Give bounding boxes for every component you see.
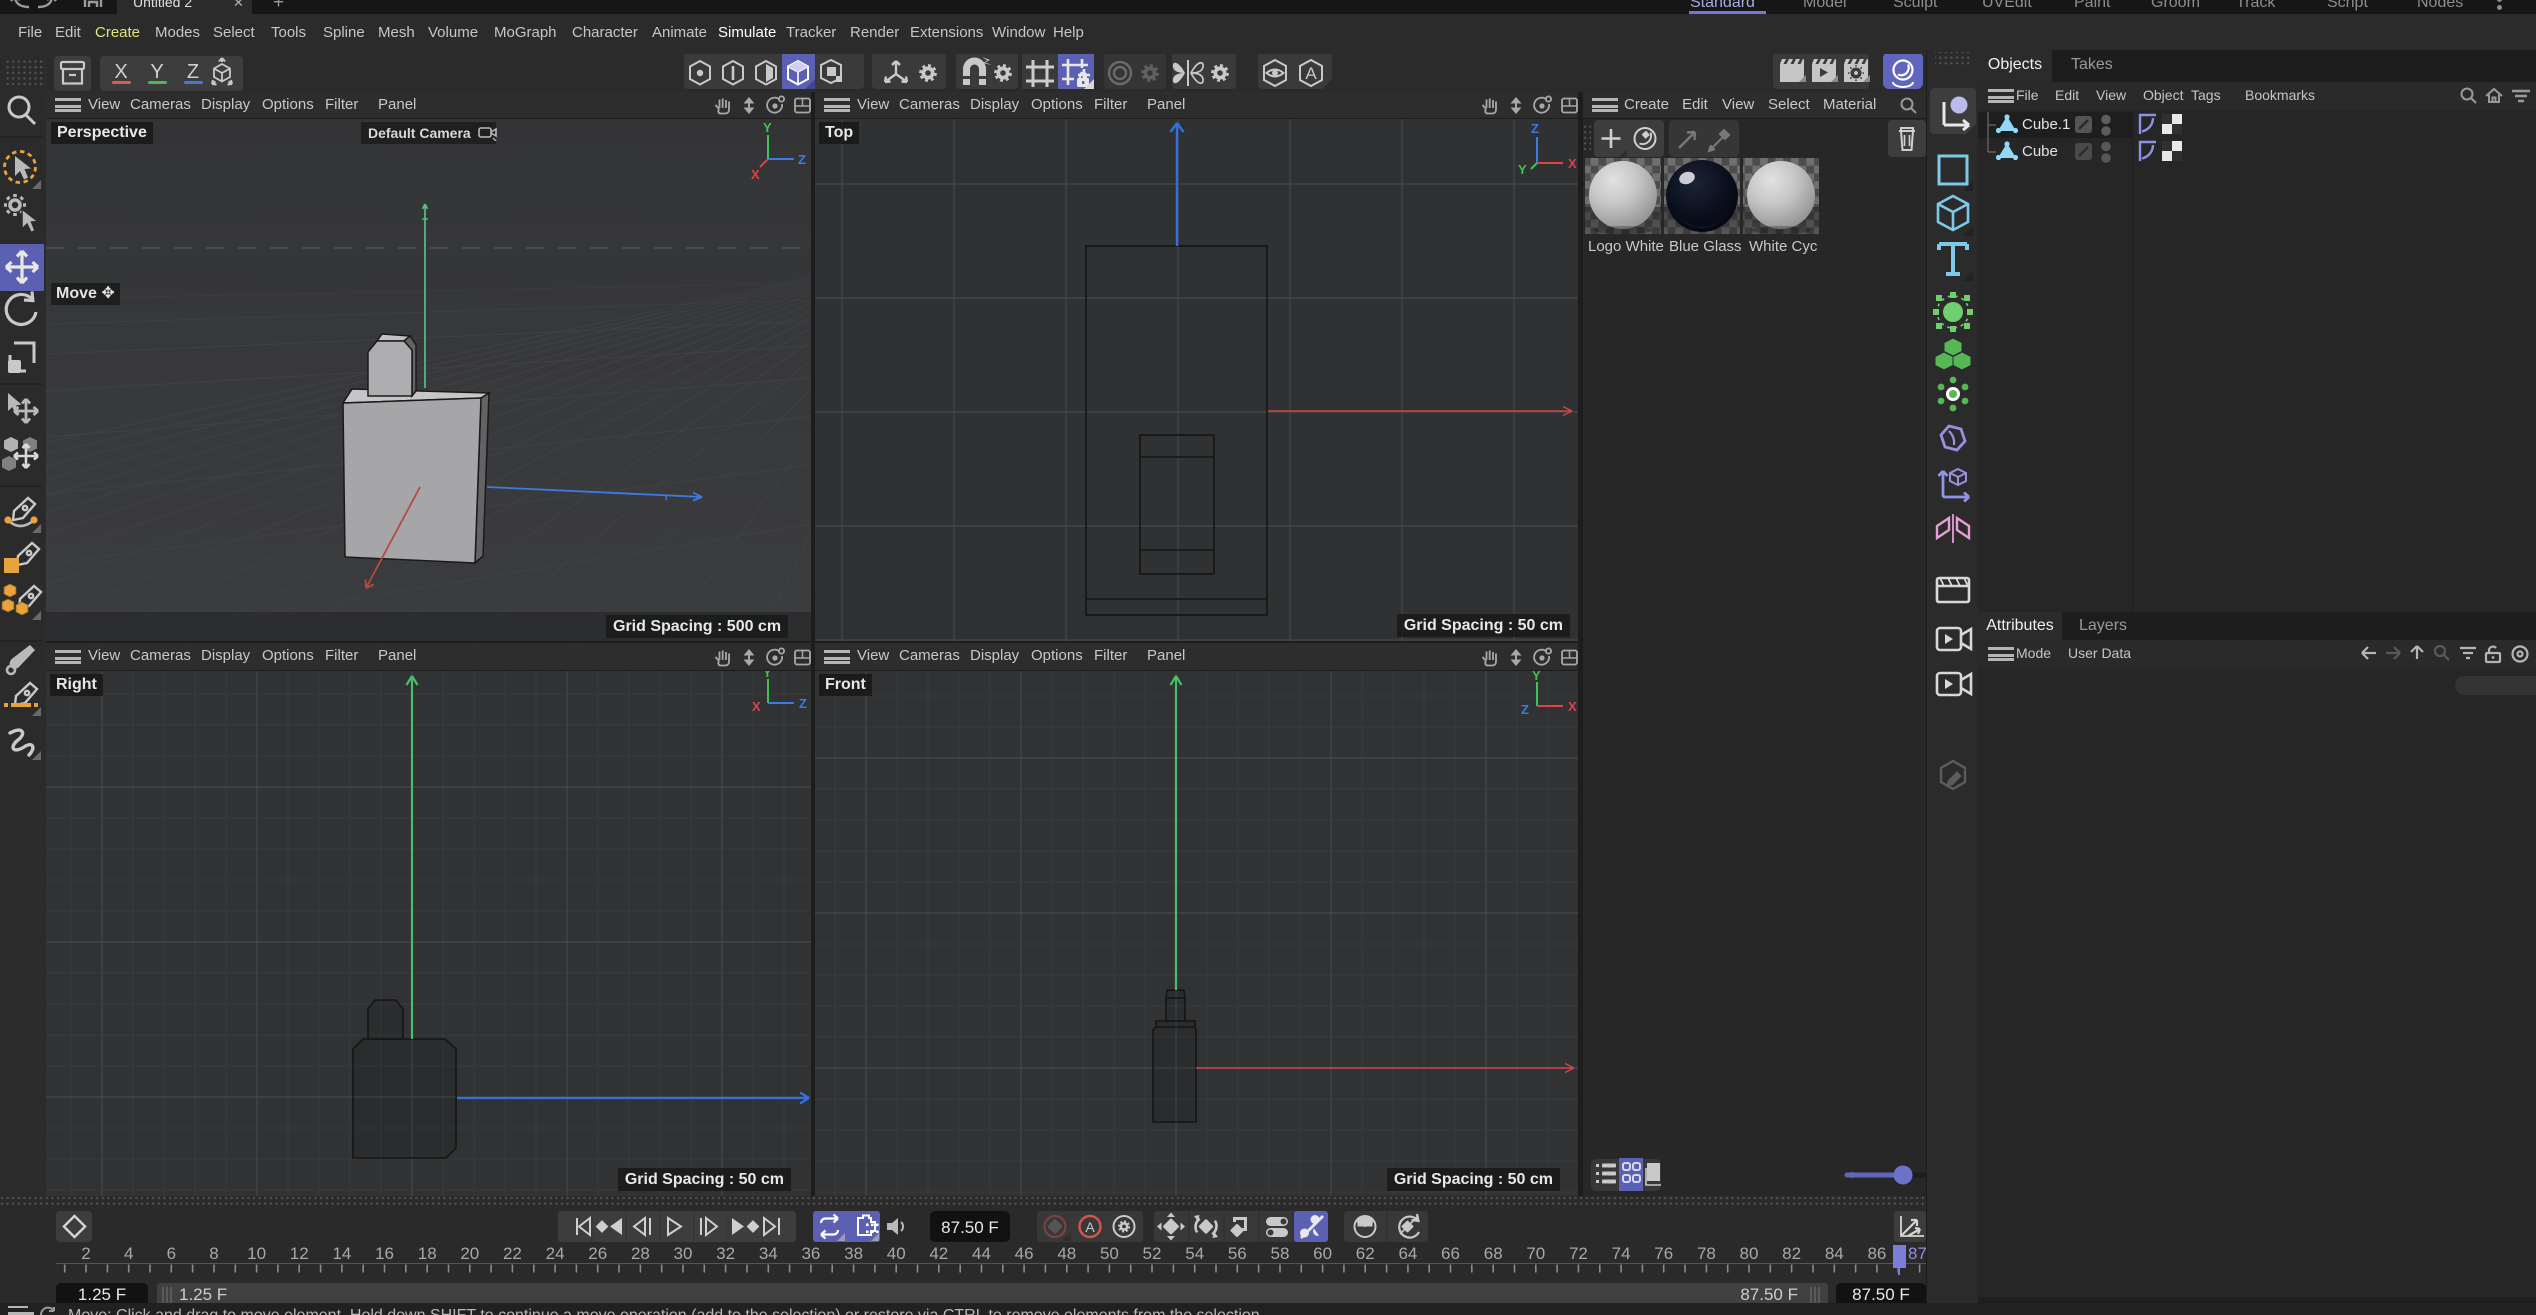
svg-text:82: 82 [1782, 1244, 1801, 1263]
svg-text:Y: Y [150, 61, 163, 83]
svg-text:70: 70 [1526, 1244, 1545, 1263]
svg-text:44: 44 [972, 1244, 991, 1263]
svg-text:56: 56 [1228, 1244, 1247, 1263]
svg-text:84: 84 [1825, 1244, 1844, 1263]
svg-text:X: X [751, 167, 760, 182]
svg-text:36: 36 [801, 1244, 820, 1263]
svg-text:Y: Y [1532, 671, 1541, 683]
svg-text:Y: Y [763, 120, 772, 135]
svg-text:12: 12 [290, 1244, 309, 1263]
svg-text:26: 26 [588, 1244, 607, 1263]
svg-text:80: 80 [1740, 1244, 1759, 1263]
svg-text:X: X [1568, 699, 1577, 714]
svg-text:50: 50 [1100, 1244, 1119, 1263]
svg-text:Y: Y [1518, 162, 1527, 177]
svg-text:28: 28 [631, 1244, 650, 1263]
svg-text:68: 68 [1484, 1244, 1503, 1263]
svg-text:Y: Y [763, 671, 772, 680]
svg-text:X: X [1568, 156, 1577, 171]
svg-text:18: 18 [418, 1244, 437, 1263]
svg-text:76: 76 [1654, 1244, 1673, 1263]
svg-text:22: 22 [503, 1244, 522, 1263]
svg-text:46: 46 [1015, 1244, 1034, 1263]
svg-text:34: 34 [759, 1244, 778, 1263]
svg-text:62: 62 [1356, 1244, 1375, 1263]
svg-text:Z: Z [799, 696, 807, 711]
svg-text:X: X [752, 699, 761, 714]
svg-text:40: 40 [887, 1244, 906, 1263]
svg-text:87.50 F: 87.50 F [941, 1218, 999, 1237]
svg-text:52: 52 [1143, 1244, 1162, 1263]
svg-text:38: 38 [844, 1244, 863, 1263]
svg-text:60: 60 [1313, 1244, 1332, 1263]
svg-text:Z: Z [187, 61, 199, 83]
svg-text:14: 14 [332, 1244, 351, 1263]
svg-text:16: 16 [375, 1244, 394, 1263]
svg-text:8: 8 [209, 1244, 218, 1263]
svg-text:Z: Z [798, 152, 806, 167]
svg-text:87.5: 87.5 [1908, 1244, 1926, 1263]
svg-text:58: 58 [1271, 1244, 1290, 1263]
svg-text:10: 10 [247, 1244, 266, 1263]
svg-text:4: 4 [124, 1244, 133, 1263]
svg-text:48: 48 [1057, 1244, 1076, 1263]
svg-text:30: 30 [674, 1244, 693, 1263]
svg-text:2: 2 [81, 1244, 90, 1263]
svg-text:6: 6 [167, 1244, 176, 1263]
svg-text:Z: Z [1521, 702, 1529, 717]
svg-text:66: 66 [1441, 1244, 1460, 1263]
svg-text:A: A [1305, 64, 1317, 83]
svg-text:A: A [1085, 1219, 1095, 1235]
svg-text:20: 20 [460, 1244, 479, 1263]
svg-text:64: 64 [1398, 1244, 1417, 1263]
svg-text:78: 78 [1697, 1244, 1716, 1263]
svg-text:74: 74 [1612, 1244, 1631, 1263]
svg-text:72: 72 [1569, 1244, 1588, 1263]
svg-text:86: 86 [1867, 1244, 1886, 1263]
svg-text:42: 42 [929, 1244, 948, 1263]
svg-text:X: X [114, 61, 127, 83]
svg-text:32: 32 [716, 1244, 735, 1263]
svg-text:54: 54 [1185, 1244, 1204, 1263]
svg-text:Z: Z [1531, 121, 1539, 136]
svg-text:24: 24 [546, 1244, 565, 1263]
